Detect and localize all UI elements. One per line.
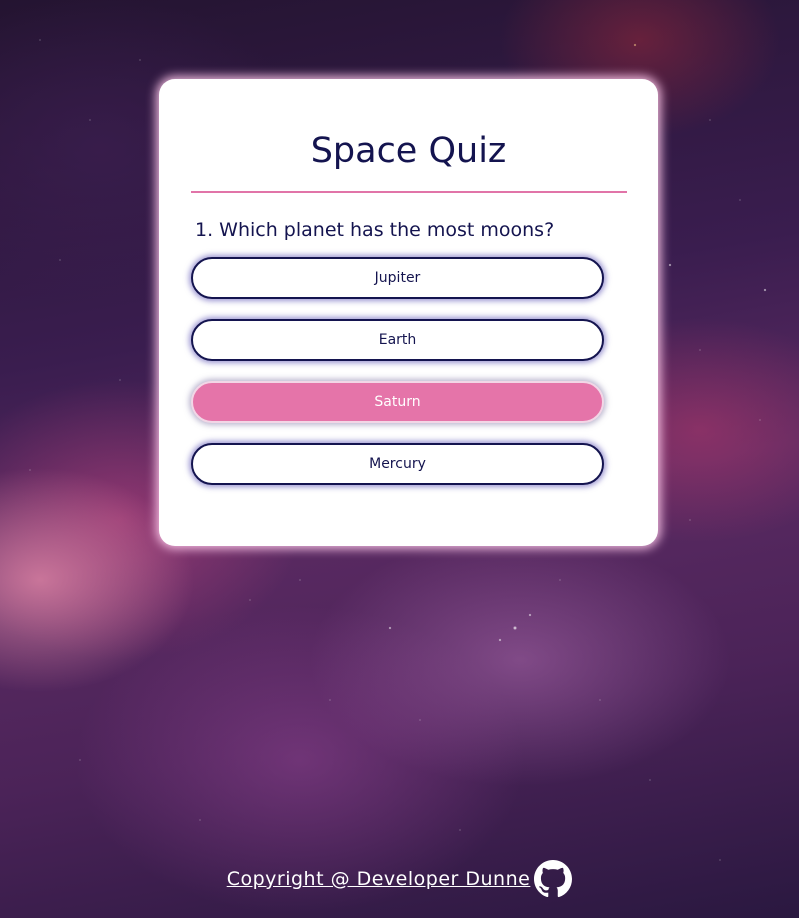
question-text: 1. Which planet has the most moons?	[195, 219, 555, 241]
answer-button-jupiter[interactable]: Jupiter	[191, 257, 604, 299]
title-divider	[191, 191, 627, 193]
quiz-title: Space Quiz	[310, 131, 507, 171]
copyright-link[interactable]: Copyright @ Developer Dunne	[227, 868, 531, 890]
answer-button-mercury[interactable]: Mercury	[191, 443, 604, 485]
footer: Copyright @ Developer Dunne	[0, 860, 799, 898]
github-icon[interactable]	[534, 860, 573, 898]
answer-button-earth[interactable]: Earth	[191, 319, 604, 361]
answer-button-saturn[interactable]: Saturn	[191, 381, 604, 423]
quiz-card: Space Quiz 1. Which planet has the most …	[159, 79, 658, 546]
